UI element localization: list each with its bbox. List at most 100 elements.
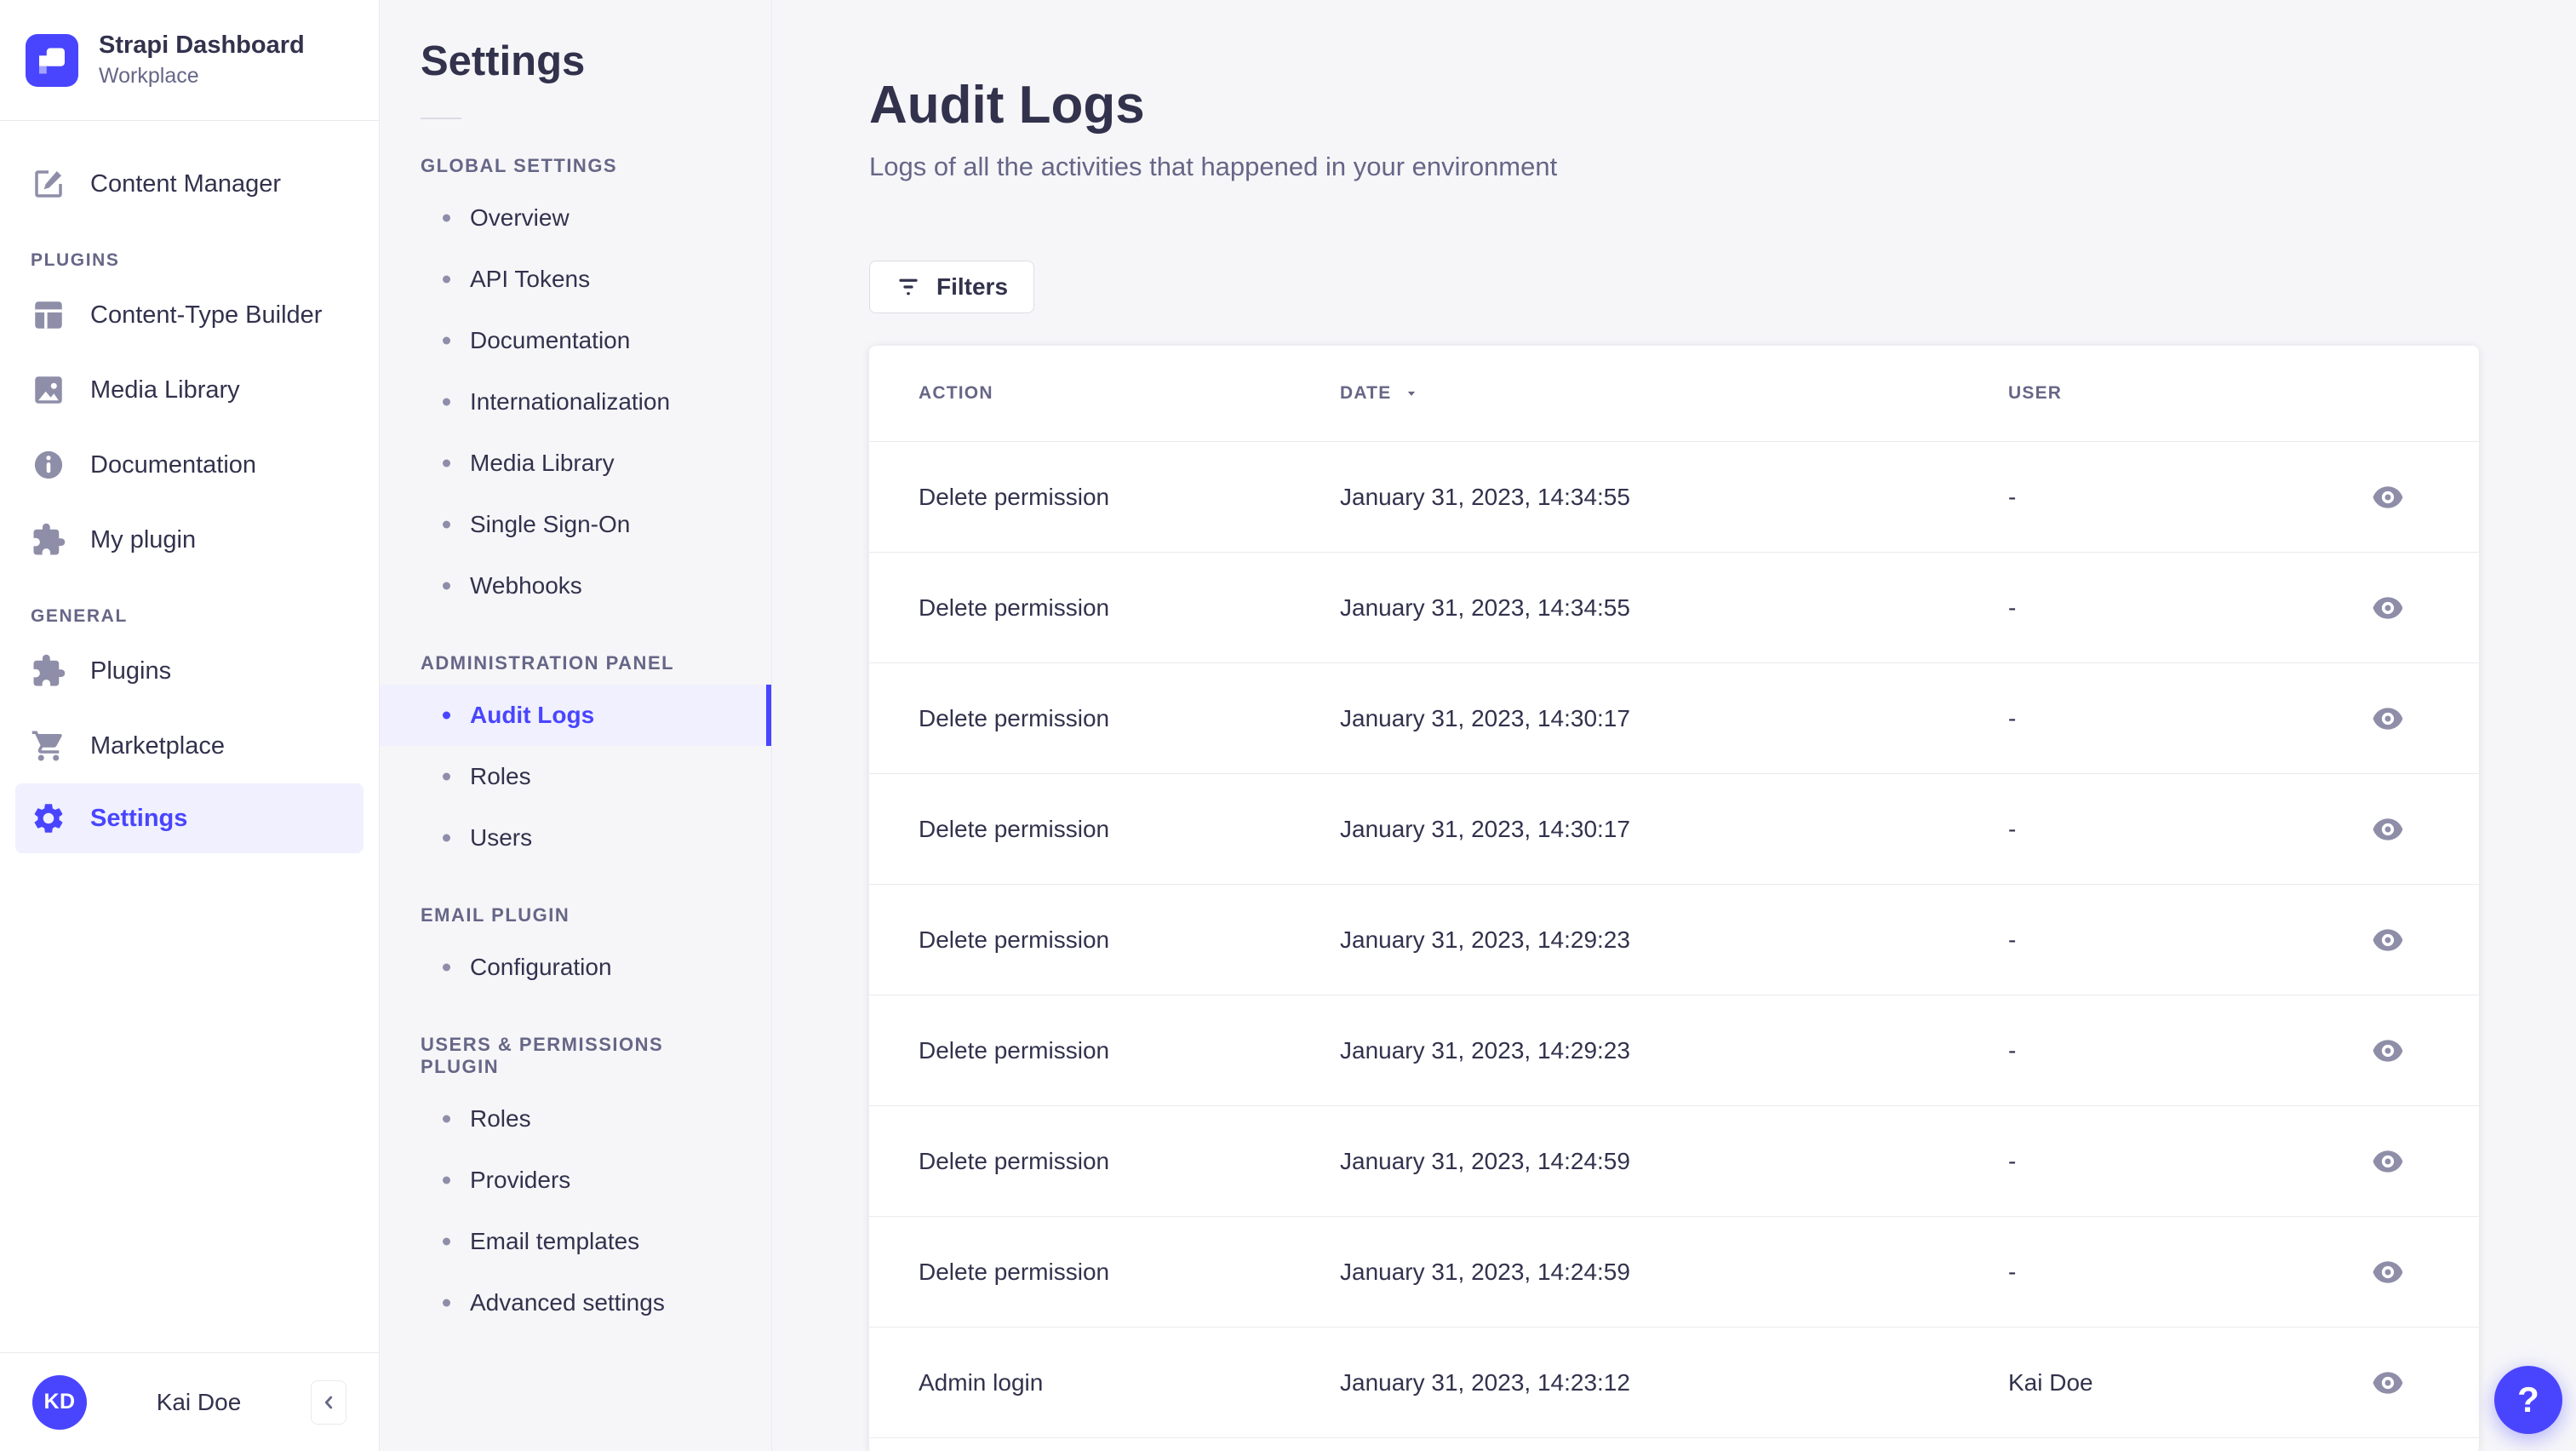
media-library-icon bbox=[31, 372, 66, 408]
eye-icon bbox=[2373, 1261, 2403, 1283]
nav-item-label: Plugins bbox=[90, 657, 172, 685]
nav-item-label: Documentation bbox=[90, 450, 257, 479]
subnav-item-media-library[interactable]: Media Library bbox=[380, 433, 771, 494]
eye-icon bbox=[2373, 486, 2403, 508]
sort-desc-icon bbox=[1408, 392, 1416, 397]
subnav-item-overview[interactable]: Overview bbox=[380, 187, 771, 249]
subnav-item-advanced-settings[interactable]: Advanced settings bbox=[380, 1272, 771, 1333]
main-content: Audit Logs Logs of all the activities th… bbox=[772, 0, 2576, 1451]
nav-item-media-library[interactable]: Media Library bbox=[0, 353, 379, 427]
filters-button[interactable]: Filters bbox=[869, 261, 1035, 314]
nav-section-general: GENERAL bbox=[31, 606, 128, 626]
main-sidebar: Strapi Dashboard Workplace Content Manag… bbox=[0, 0, 380, 1451]
table-row[interactable]: Delete permission January 31, 2023, 14:3… bbox=[869, 662, 2479, 773]
view-details-button[interactable] bbox=[2365, 1143, 2411, 1180]
page-title: Audit Logs bbox=[869, 76, 1145, 135]
subnav-title: Settings bbox=[421, 38, 586, 84]
cell-action: Delete permission bbox=[919, 594, 1110, 621]
view-details-button[interactable] bbox=[2365, 1253, 2411, 1291]
subnav-item-single-sign-on[interactable]: Single Sign-On bbox=[380, 494, 771, 555]
table-row[interactable]: Delete permission January 31, 2023, 14:2… bbox=[869, 995, 2479, 1105]
user-name: Kai Doe bbox=[156, 1388, 242, 1415]
gear-icon bbox=[31, 800, 66, 836]
nav-item-label: Media Library bbox=[90, 376, 240, 404]
cell-date: January 31, 2023, 14:34:55 bbox=[1340, 594, 1630, 621]
workspace-titles: Strapi Dashboard Workplace bbox=[99, 30, 305, 89]
nav-item-marketplace[interactable]: Marketplace bbox=[0, 708, 379, 783]
nav-item-documentation[interactable]: Documentation bbox=[0, 427, 379, 502]
eye-icon bbox=[2373, 1372, 2403, 1394]
subnav-section-users-permissions-plugin: USERS & PERMISSIONS PLUGIN bbox=[421, 1034, 664, 1077]
nav-item-my-plugin[interactable]: My plugin bbox=[0, 502, 379, 577]
subnav-item-providers[interactable]: Providers bbox=[380, 1150, 771, 1211]
view-details-button[interactable] bbox=[2365, 700, 2411, 737]
cell-user: - bbox=[2008, 815, 2017, 842]
strapi-logo-icon bbox=[26, 33, 78, 87]
table-row[interactable]: Delete permission January 31, 2023, 14:3… bbox=[869, 773, 2479, 884]
table-row[interactable]: Admin login January 31, 2023, 14:23:12 K… bbox=[869, 1327, 2479, 1437]
view-details-button[interactable] bbox=[2365, 589, 2411, 627]
cell-user: - bbox=[2008, 704, 2017, 731]
cell-action: Delete permission bbox=[919, 1147, 1110, 1174]
subnav-section-email-plugin: EMAIL PLUGIN bbox=[421, 904, 570, 926]
help-button[interactable]: ? bbox=[2494, 1366, 2562, 1434]
cell-date: January 31, 2023, 14:29:23 bbox=[1340, 1036, 1630, 1064]
sort-by-date[interactable]: DATE bbox=[1340, 383, 1420, 404]
table-row[interactable]: Delete permission January 31, 2023, 14:2… bbox=[869, 1105, 2479, 1216]
subnav-item-documentation[interactable]: Documentation bbox=[380, 310, 771, 371]
nav-item-plugins[interactable]: Plugins bbox=[0, 634, 379, 708]
view-details-button[interactable] bbox=[2365, 1364, 2411, 1402]
table-header-row: ACTION DATE USER bbox=[869, 346, 2479, 441]
column-header-user: USER bbox=[2008, 383, 2063, 404]
documentation-icon bbox=[31, 447, 66, 483]
cell-action: Delete permission bbox=[919, 483, 1110, 510]
table-row-partial bbox=[869, 1437, 2479, 1451]
table-row[interactable]: Delete permission January 31, 2023, 14:2… bbox=[869, 884, 2479, 995]
puzzle-icon bbox=[31, 653, 66, 689]
subnav-item-email-templates[interactable]: Email templates bbox=[380, 1211, 771, 1272]
workspace-name: Workplace bbox=[99, 64, 199, 89]
table-row[interactable]: Delete permission January 31, 2023, 14:3… bbox=[869, 441, 2479, 552]
subnav-item-roles[interactable]: Roles bbox=[380, 746, 771, 807]
cell-action: Delete permission bbox=[919, 1258, 1110, 1285]
subnav-item-webhooks[interactable]: Webhooks bbox=[380, 555, 771, 617]
view-details-button[interactable] bbox=[2365, 921, 2411, 959]
filter-icon bbox=[899, 279, 918, 295]
page-subtitle: Logs of all the activities that happened… bbox=[869, 152, 1558, 182]
content-type-builder-icon bbox=[31, 297, 66, 333]
column-header-date-label: DATE bbox=[1340, 383, 1392, 404]
table-row[interactable]: Delete permission January 31, 2023, 14:2… bbox=[869, 1216, 2479, 1327]
nav-item-label: Content Manager bbox=[90, 169, 282, 198]
eye-icon bbox=[2373, 929, 2403, 951]
app-root: Strapi Dashboard Workplace Content Manag… bbox=[0, 0, 2576, 1451]
eye-icon bbox=[2373, 1150, 2403, 1173]
puzzle-icon bbox=[31, 522, 66, 558]
avatar: KD bbox=[32, 1374, 87, 1430]
table-row[interactable]: Delete permission January 31, 2023, 14:3… bbox=[869, 552, 2479, 662]
subnav-section-global-settings: GLOBAL SETTINGS bbox=[421, 155, 618, 176]
nav-item-settings[interactable]: Settings bbox=[15, 783, 364, 853]
nav-item-label: My plugin bbox=[90, 525, 197, 553]
subnav-item-internationalization[interactable]: Internationalization bbox=[380, 371, 771, 433]
view-details-button[interactable] bbox=[2365, 479, 2411, 516]
nav-item-content-type-builder[interactable]: Content-Type Builder bbox=[0, 278, 379, 353]
collapse-sidebar-button[interactable] bbox=[311, 1379, 346, 1425]
chevron-left-icon bbox=[324, 1396, 333, 1408]
content-manager-icon bbox=[31, 166, 66, 202]
subnav-section-administration-panel: ADMINISTRATION PANEL bbox=[421, 652, 675, 674]
subnav-item-up-roles[interactable]: Roles bbox=[380, 1088, 771, 1150]
subnav-item-users[interactable]: Users bbox=[380, 807, 771, 869]
cell-action: Delete permission bbox=[919, 1036, 1110, 1064]
view-details-button[interactable] bbox=[2365, 811, 2411, 848]
subnav-item-api-tokens[interactable]: API Tokens bbox=[380, 249, 771, 310]
cell-user: - bbox=[2008, 594, 2017, 621]
eye-icon bbox=[2373, 1040, 2403, 1062]
cell-action: Delete permission bbox=[919, 704, 1110, 731]
view-details-button[interactable] bbox=[2365, 1032, 2411, 1070]
nav-item-content-manager[interactable]: Content Manager bbox=[0, 146, 379, 221]
cell-action: Admin login bbox=[919, 1368, 1044, 1396]
cell-date: January 31, 2023, 14:24:59 bbox=[1340, 1258, 1630, 1285]
subnav-item-configuration[interactable]: Configuration bbox=[380, 937, 771, 998]
subnav-item-audit-logs[interactable]: Audit Logs bbox=[380, 685, 771, 746]
cell-date: January 31, 2023, 14:30:17 bbox=[1340, 815, 1630, 842]
